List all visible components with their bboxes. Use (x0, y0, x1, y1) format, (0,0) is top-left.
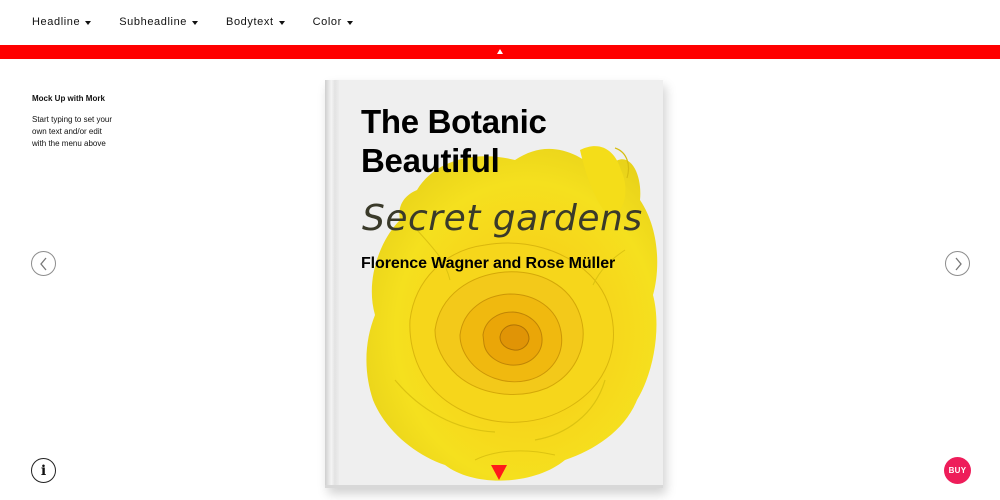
top-menu: Headline Subheadline Bodytext Color (0, 0, 1000, 44)
triangle-down-icon[interactable] (491, 465, 507, 480)
triangle-up-icon[interactable] (497, 49, 503, 54)
menu-bodytext[interactable]: Bodytext (226, 16, 285, 28)
caret-down-icon (192, 20, 199, 25)
book-mockup: The Botanic Beautiful Secret gardens Flo… (325, 80, 663, 488)
info-title: Mock Up with Mork (32, 94, 105, 103)
book-spine (325, 80, 339, 488)
menu-bodytext-label: Bodytext (226, 16, 274, 28)
red-toolbar (0, 45, 1000, 59)
chevron-right-icon (955, 257, 962, 270)
menu-headline[interactable]: Headline (32, 16, 92, 28)
info-button[interactable]: i (31, 458, 56, 483)
chevron-left-icon (39, 257, 46, 270)
info-text: Start typing to set your own text and/or… (32, 115, 113, 148)
book-subheadline[interactable]: Secret gardens (362, 198, 652, 239)
menu-subheadline[interactable]: Subheadline (119, 16, 199, 28)
menu-color-label: Color (312, 16, 342, 28)
prev-button[interactable] (31, 251, 56, 276)
menu-color[interactable]: Color (313, 16, 353, 28)
book-edge (325, 485, 663, 488)
menu-headline-label: Headline (32, 16, 81, 28)
caret-down-icon (85, 20, 92, 25)
info-icon: i (40, 462, 47, 479)
buy-button[interactable]: BUY (944, 457, 971, 484)
book-headline[interactable]: The Botanic Beautiful (361, 102, 651, 180)
menu-subheadline-label: Subheadline (119, 16, 188, 28)
book-bodytext[interactable]: Florence Wagner and Rose Müller (361, 255, 651, 273)
caret-down-icon (278, 20, 285, 25)
caret-down-icon (346, 20, 353, 25)
next-button[interactable] (945, 251, 970, 276)
